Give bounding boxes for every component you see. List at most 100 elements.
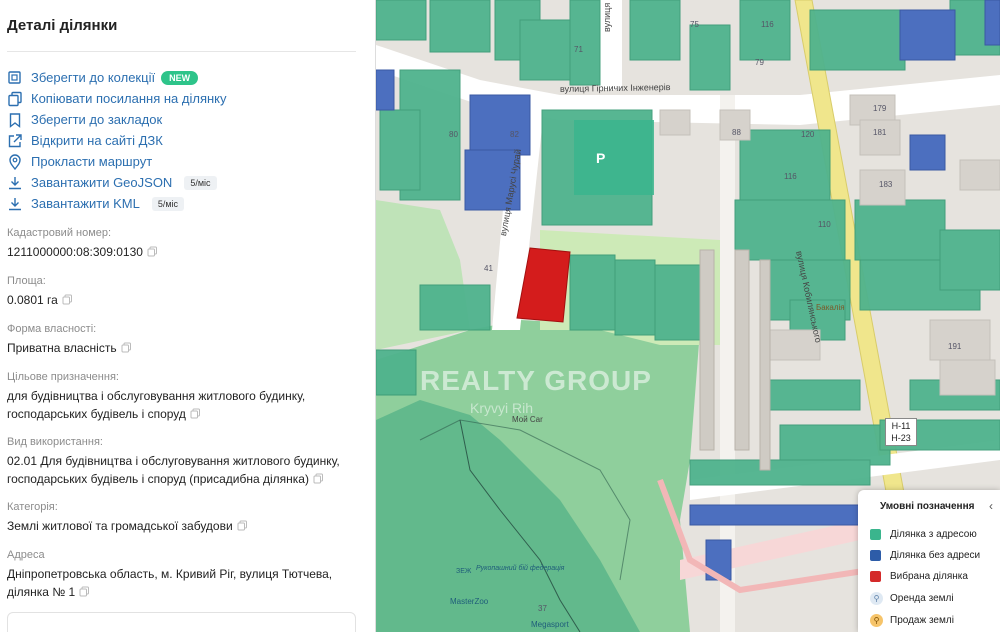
house-number: 80 [449,130,458,139]
legend-title: Умовні позначення [880,501,975,512]
purpose-field: Цільове призначення: для будівництва і о… [7,371,305,423]
location-pin-icon [7,153,23,170]
watermark-sub: Kryvyi Rih [470,400,534,416]
legend-item-label: Ділянка без адреси [890,550,981,561]
legend-item-selected: Вибрана ділянка [870,571,968,582]
house-number: 37 [538,604,547,613]
poi-pet-shop[interactable]: MasterZoo [450,597,488,606]
street-label-hirnychykh: вулиця Гірничих Інженерів [559,82,671,94]
save-to-collection-label: Зберегти до колекції [31,70,156,85]
legend-item-rent: ⚲ Оренда землі [870,592,954,605]
house-number: 82 [510,130,519,139]
category-value: Землі житлової та громадської забудови [7,519,233,533]
bookmark-icon [7,112,23,128]
download-icon [7,196,23,212]
legend-item-without-address: Ділянка без адреси [870,550,980,561]
copy-icon[interactable] [121,342,132,353]
category-label: Категорія: [7,501,58,513]
copy-icon[interactable] [147,246,158,257]
download-geojson-link[interactable]: Завантажити GeoJSON 5/міс [7,172,227,193]
cadastral-value: 1211000000:08:309:0130 [7,245,143,259]
details-panel: Деталі ділянки Зберегти до колекції NEW … [0,0,376,632]
parking-label: P [596,150,606,166]
route-link[interactable]: Прокласти маршрут [7,151,227,172]
actions-list: Зберегти до колекції NEW Копіювати посил… [7,67,227,214]
copy-link-label: Копіювати посилання на ділянку [31,91,227,106]
poi-martial-arts[interactable]: Рукопашний бій федерація [476,565,564,572]
house-number: 183 [879,180,893,189]
house-number: 71 [574,45,583,54]
cadastral-field: Кадастровий номер: 1211000000:08:309:013… [7,227,158,261]
save-bookmark-label: Зберегти до закладок [31,112,163,127]
category-field: Категорія: Землі житлової та громадської… [7,501,248,535]
usage-field: Вид використання: 02.01 Для будівництва … [7,436,340,488]
open-dzk-link[interactable]: Відкрити на сайті ДЗК [7,130,227,151]
house-number: 41 [484,264,493,273]
street-label-top: вулиця [602,2,612,32]
area-field: Площа: 0.0801 га [7,275,73,309]
download-geojson-label: Завантажити GeoJSON [31,175,173,190]
usage-value-line2: господарських будівель і споруд (присади… [7,472,309,486]
poi-bakery[interactable]: Бакалія [816,303,845,312]
poi-hint: ЗЕЖ [456,568,472,575]
divider [7,51,356,52]
rate-limit-badge: 5/міс [184,175,217,190]
download-icon [7,175,23,191]
cadastral-label: Кадастровий номер: [7,227,112,239]
poi-moy-car[interactable]: Мой Car [512,415,543,424]
house-number: 116 [784,172,797,181]
poi-sport[interactable]: Megasport [531,620,569,629]
download-kml-label: Завантажити KML [31,196,140,211]
house-number: 110 [818,220,831,229]
ownership-label: Форма власності: [7,323,97,335]
copy-icon[interactable] [62,294,73,305]
house-number: 120 [801,130,815,139]
house-number: 116 [761,20,774,29]
external-link-icon [7,133,23,149]
purpose-value-line1: для будівництва і обслуговування житлово… [7,389,306,403]
address-value-line1: Дніпропетровська область, м. Кривий Ріг,… [7,567,333,581]
legend-item-label: Оренда землі [890,593,954,604]
collection-icon [7,70,23,86]
copy-icon[interactable] [237,520,248,531]
legend-item-sale: ⚲ Продаж землі [870,614,954,627]
new-badge: NEW [161,70,199,85]
watermark: REALTY GROUP [420,365,652,396]
area-value: 0.0801 га [7,293,58,307]
purpose-value-line2: господарських будівель і споруд [7,407,186,421]
sale-icon: ⚲ [870,614,883,627]
legend-item-label: Вибрана ділянка [890,571,968,582]
legend-item-with-address: Ділянка з адресою [870,529,977,540]
copy-icon[interactable] [79,586,90,597]
rent-icon: ⚲ [870,592,883,605]
map-legend: Умовні позначення ‹ Ділянка з адресою Ді… [858,490,1000,632]
address-field: Адреса Дніпропетровська область, м. Крив… [7,549,332,601]
purpose-label: Цільове призначення: [7,371,119,383]
save-bookmark-link[interactable]: Зберегти до закладок [7,109,227,130]
address-label: Адреса [7,549,45,561]
house-number: 179 [873,104,887,113]
house-number: 75 [690,20,699,29]
road-shield-line2: Н-23 [891,433,911,443]
open-dzk-label: Відкрити на сайті ДЗК [31,133,163,148]
copy-icon[interactable] [313,473,324,484]
area-label: Площа: [7,275,46,287]
swatch [870,550,881,561]
copy-link-icon [7,91,23,107]
address-value-line2: ділянка № 1 [7,585,76,599]
road-shield: Н-11 Н-23 [885,418,917,446]
save-to-collection-link[interactable]: Зберегти до колекції NEW [7,67,227,88]
download-kml-link[interactable]: Завантажити KML 5/міс [7,193,227,214]
house-number: 191 [948,342,962,351]
ownership-field: Форма власності: Приватна власність [7,323,132,357]
panel-title: Деталі ділянки [7,17,118,34]
copy-link-link[interactable]: Копіювати посилання на ділянку [7,88,227,109]
rate-limit-badge: 5/міс [151,196,185,211]
copy-icon[interactable] [190,408,201,419]
usage-value-line1: 02.01 Для будівництва і обслуговування ж… [7,454,340,468]
next-card [7,612,356,632]
ownership-value: Приватна власність [7,341,117,355]
house-number: 79 [755,58,764,67]
collapse-chevron-icon[interactable]: ‹ [989,499,993,513]
road-shield-line1: Н-11 [891,421,911,431]
